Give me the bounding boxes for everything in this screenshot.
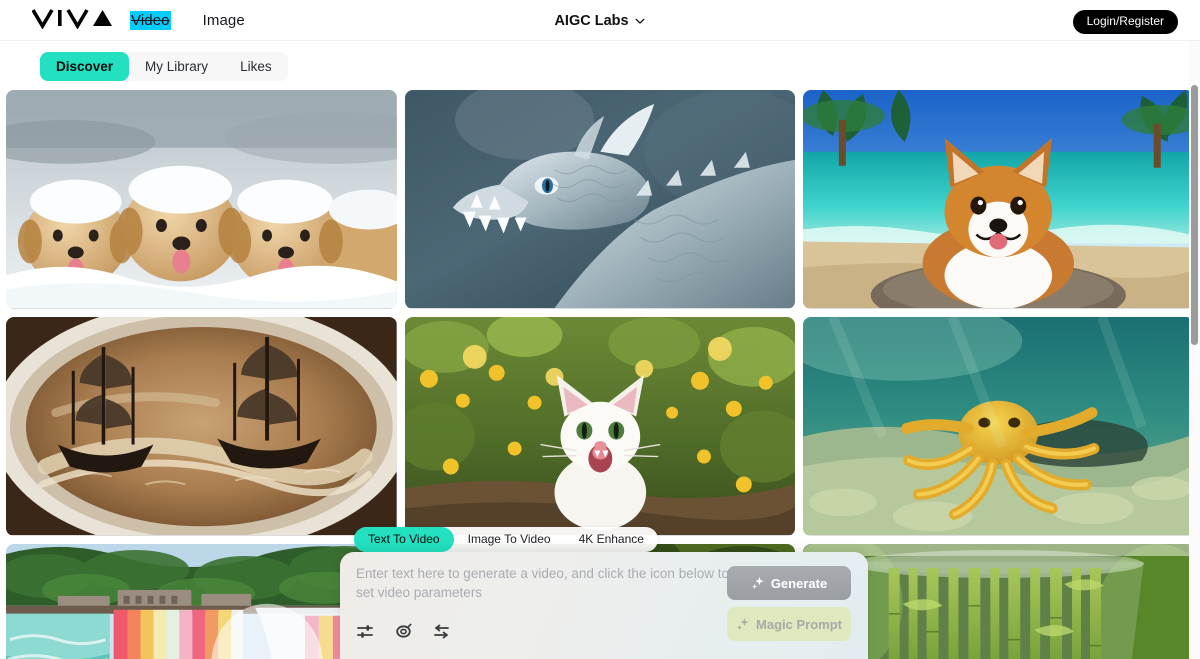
gallery-card-ice-dragon-portrait[interactable] [404,90,796,309]
subtabs-row: Discover My Library Likes [0,41,1200,90]
mode-text-to-video[interactable]: Text To Video [354,527,454,552]
top-header: Video Image AIGC Labs Login/Register [0,0,1200,41]
artwork-rainbow-waterfall [6,544,397,659]
generate-button[interactable]: Generate [727,566,851,600]
page-scrollbar-thumb[interactable] [1191,85,1198,345]
app-root: Video Image AIGC Labs Login/Register Dis… [0,0,1200,659]
tab-discover[interactable]: Discover [40,52,130,81]
mode-pill-group: Text To Video Image To Video 4K Enhance [354,527,658,552]
artwork-octopus [803,317,1194,536]
chevron-down-icon[interactable] [634,15,646,27]
gallery-card-yellow-octopus-underwater[interactable] [803,317,1194,536]
artwork-ice-dragon [404,90,796,309]
prompt-input[interactable] [356,564,736,616]
page-scrollbar-track[interactable] [1189,41,1200,659]
artwork-corgi-beach [803,90,1194,309]
primary-nav: Video Image [130,0,245,41]
settings-sliders-icon[interactable] [356,622,375,641]
viva-logo[interactable] [32,7,114,29]
artwork-cat-flowers [404,317,796,536]
aspect-ratio-icon[interactable] [394,622,413,641]
gallery-card-pirate-ships-in-coffee-cup[interactable] [6,317,397,536]
adjust-icon[interactable] [432,622,451,641]
tab-likes[interactable]: Likes [224,52,288,81]
subtabs-group: Discover My Library Likes [40,52,288,81]
magic-prompt-label: Magic Prompt [756,616,842,632]
tab-my-library[interactable]: My Library [129,52,224,81]
prompt-dock: Text To Video Image To Video 4K Enhance [340,527,868,659]
nav-item-image[interactable]: Image [203,11,245,30]
magic-prompt-button[interactable]: Magic Prompt [727,607,851,641]
artwork-ships-coffee [6,317,397,536]
generate-label: Generate [770,575,828,591]
artwork-puppies-snow [6,90,397,309]
gallery-card-golden-retriever-puppies-in-snow[interactable] [6,90,397,309]
nav-item-video[interactable]: Video [130,11,171,30]
prompt-tool-row [356,622,451,641]
mode-4k-enhance[interactable]: 4K Enhance [565,527,658,552]
viva-logo-icon [32,9,112,29]
prompt-panel: Generate Magic Prompt [340,552,868,659]
login-register-button[interactable]: Login/Register [1072,10,1178,34]
gallery-card-corgi-on-tropical-beach[interactable] [803,90,1194,309]
gallery-card-white-cat-in-yellow-flowers[interactable] [404,317,796,536]
prompt-actions: Generate Magic Prompt [727,566,851,641]
mode-image-to-video[interactable]: Image To Video [454,527,565,552]
sparkle-icon [751,577,764,590]
sparkle-icon [737,618,749,631]
gallery-card-rainbow-waterfall[interactable] [6,544,397,659]
brand-label[interactable]: AIGC Labs [554,13,628,29]
